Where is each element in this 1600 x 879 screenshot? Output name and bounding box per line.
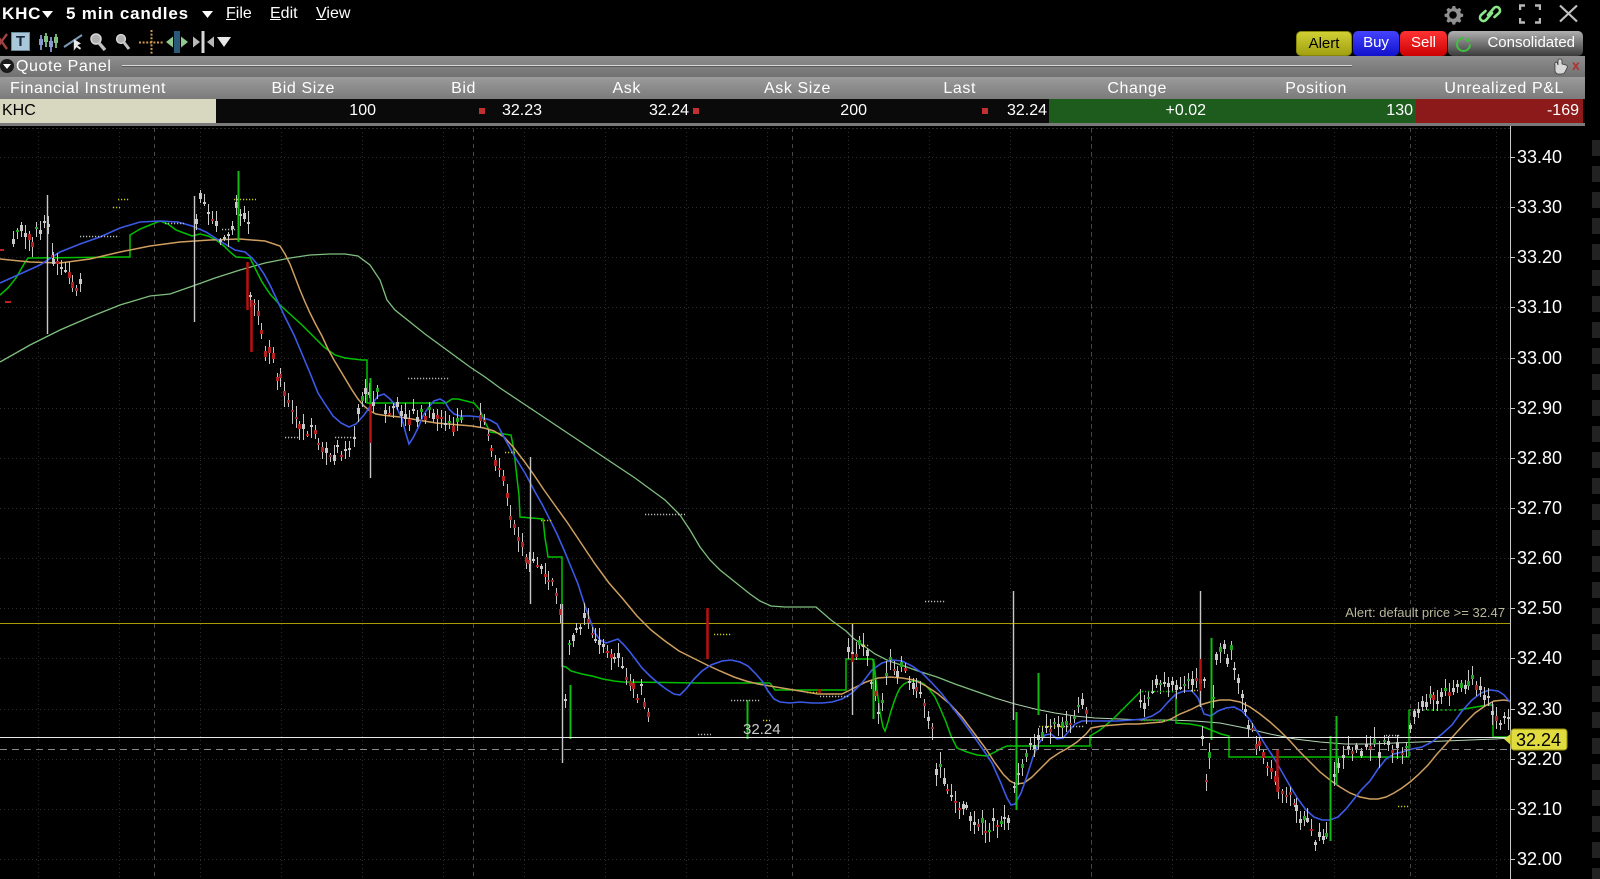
svg-text:32.70: 32.70 [1517, 498, 1562, 518]
svg-text:32.00: 32.00 [1517, 849, 1562, 869]
svg-text:32.40: 32.40 [1517, 648, 1562, 668]
svg-text:33.30: 33.30 [1517, 197, 1562, 217]
svg-text:32.90: 32.90 [1517, 398, 1562, 418]
svg-text:33.40: 33.40 [1517, 147, 1562, 167]
svg-text:32.80: 32.80 [1517, 448, 1562, 468]
svg-text:32.20: 32.20 [1517, 749, 1562, 769]
svg-text:33.00: 33.00 [1517, 348, 1562, 368]
svg-text:32.24: 32.24 [1516, 730, 1561, 750]
svg-text:33.20: 33.20 [1517, 247, 1562, 267]
svg-text:Alert: default price >= 32.47: Alert: default price >= 32.47 [1345, 605, 1505, 620]
svg-text:33.10: 33.10 [1517, 297, 1562, 317]
svg-text:32.24: 32.24 [743, 721, 781, 738]
svg-text:32.10: 32.10 [1517, 799, 1562, 819]
svg-text:32.50: 32.50 [1517, 598, 1562, 618]
svg-text:32.60: 32.60 [1517, 548, 1562, 568]
svg-text:32.30: 32.30 [1517, 699, 1562, 719]
